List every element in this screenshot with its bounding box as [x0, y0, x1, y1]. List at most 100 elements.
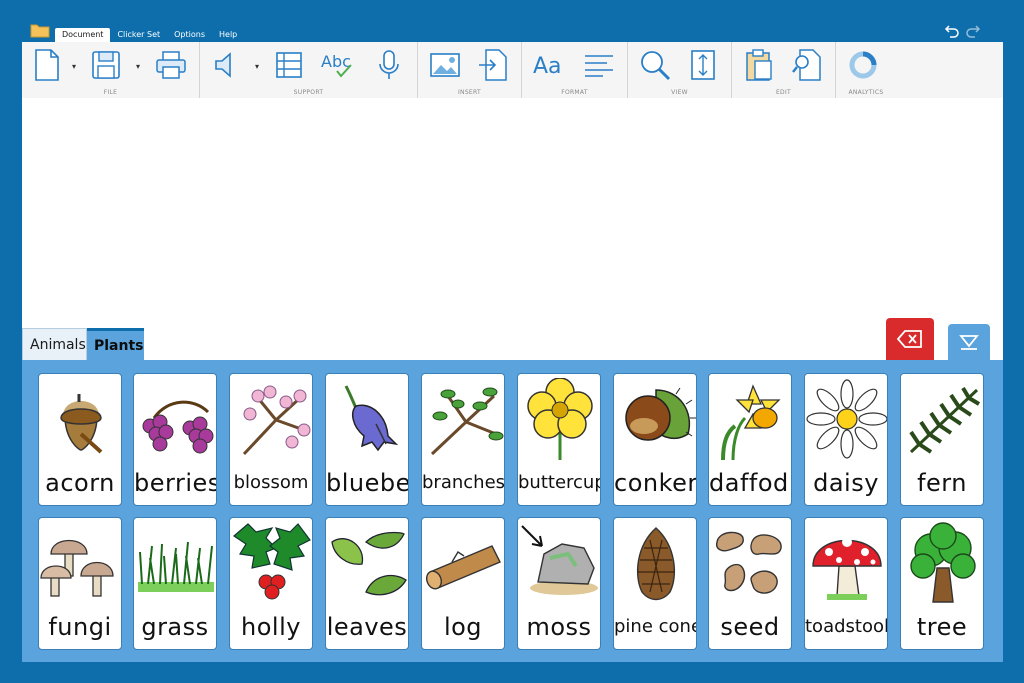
donut-chart-icon — [849, 51, 877, 79]
undo-icon[interactable] — [944, 24, 960, 38]
cell-holly[interactable]: holly — [229, 517, 313, 650]
fungi-icon — [40, 540, 114, 597]
ribbon-label-view: VIEW — [671, 89, 688, 96]
berries-icon — [142, 400, 214, 454]
svg-text:Aa: Aa — [533, 54, 562, 79]
cell-label: bluebell — [326, 469, 409, 497]
numbered-list-icon — [276, 52, 302, 78]
insert-picture-button[interactable] — [428, 48, 462, 82]
cell-label: moss — [526, 613, 592, 641]
find-button[interactable] — [790, 48, 824, 82]
font-icon: Aa — [533, 54, 562, 79]
cell-seed[interactable]: seed — [708, 517, 792, 650]
cell-toadstool[interactable]: toadstool — [804, 517, 888, 650]
delete-button[interactable] — [886, 318, 934, 360]
holly-icon — [233, 523, 311, 600]
cell-fern[interactable]: fern — [900, 373, 984, 506]
menu-help[interactable]: Help — [212, 28, 244, 42]
cell-berries[interactable]: berries — [133, 373, 217, 506]
cell-branches[interactable]: branches — [421, 373, 505, 506]
printer-icon — [156, 51, 186, 79]
new-document-button[interactable] — [30, 48, 64, 82]
cell-log[interactable]: log — [421, 517, 505, 650]
tab-animals[interactable]: Animals — [22, 328, 87, 360]
cell-label: fungi — [48, 613, 112, 641]
cell-blossom[interactable]: blossom — [229, 373, 313, 506]
speaker-icon — [215, 52, 231, 78]
cell-label: daisy — [813, 469, 879, 497]
tab-plants[interactable]: Plants — [87, 328, 144, 360]
cell-label: daffodil — [709, 469, 791, 497]
cell-label: grass — [141, 613, 209, 641]
backspace-icon — [897, 330, 922, 348]
speech-dropdown-icon[interactable]: ▾ — [255, 62, 259, 71]
cell-daisy[interactable]: daisy — [804, 373, 888, 506]
dictation-button[interactable] — [372, 48, 406, 82]
redo-icon[interactable] — [965, 24, 981, 38]
menu-bar: Document Clicker Set Options Help — [55, 28, 244, 42]
cell-label: tree — [916, 613, 968, 641]
cell-daffodil[interactable]: daffodil — [708, 373, 792, 506]
branches-icon — [430, 387, 504, 456]
align-lines-icon — [585, 55, 613, 77]
document-area[interactable] — [22, 98, 1003, 360]
speech-button[interactable] — [210, 48, 244, 82]
folder-icon[interactable] — [30, 22, 50, 38]
ribbon-toolbar: ▾ ▾ FILE ▾ Abc SUPPORT INSERT Aa FORMAT … — [22, 42, 1003, 99]
paste-button[interactable] — [742, 48, 776, 82]
fern-icon — [909, 386, 981, 454]
ribbon-group-format: Aa FORMAT — [522, 42, 628, 98]
page-size-button[interactable] — [686, 48, 720, 82]
conker-icon — [625, 387, 696, 441]
ribbon-label-analytics: ANALYTICS — [848, 89, 884, 96]
ribbon-group-view: VIEW — [628, 42, 732, 98]
cell-label: buttercup — [518, 472, 601, 493]
cell-fungi[interactable]: fungi — [38, 517, 122, 650]
menu-document[interactable]: Document — [55, 28, 111, 42]
collapse-grid-button[interactable] — [948, 324, 990, 360]
ribbon-label-insert: INSERT — [457, 89, 482, 96]
cell-label: acorn — [45, 469, 115, 497]
clipboard-icon — [746, 49, 772, 81]
cell-tree[interactable]: tree — [900, 517, 984, 650]
log-icon — [425, 545, 501, 590]
new-dropdown-icon[interactable]: ▾ — [72, 62, 76, 71]
cell-leaves[interactable]: leaves — [325, 517, 409, 650]
zoom-button[interactable] — [638, 48, 672, 82]
blossom-icon — [242, 385, 311, 456]
collapse-down-icon — [959, 335, 979, 350]
cell-moss[interactable]: moss — [517, 517, 601, 650]
spellcheck-button[interactable]: Abc — [320, 48, 354, 82]
insert-document-icon — [479, 49, 507, 81]
menu-options[interactable]: Options — [167, 28, 212, 42]
cell-label: blossom — [233, 472, 309, 493]
ribbon-group-file: ▾ ▾ FILE — [22, 42, 200, 98]
cell-pine-cone[interactable]: pine cone — [613, 517, 697, 650]
ribbon-label-edit: EDIT — [775, 89, 792, 96]
save-icon — [92, 51, 120, 79]
cell-label: log — [443, 613, 483, 641]
cell-bluebell[interactable]: bluebell — [325, 373, 409, 506]
svg-text:Abc: Abc — [321, 52, 351, 71]
cell-grass[interactable]: grass — [133, 517, 217, 650]
paragraph-button[interactable] — [582, 48, 616, 82]
save-button[interactable] — [90, 48, 124, 82]
cell-acorn[interactable]: acorn — [38, 373, 122, 506]
clicker-grid: acorn berries blossom bluebe branches bu… — [22, 360, 1003, 662]
cell-conker[interactable]: conker — [613, 373, 697, 506]
cell-label: holly — [241, 613, 301, 641]
print-button[interactable] — [154, 48, 188, 82]
cell-label: seed — [720, 613, 780, 641]
cell-buttercup[interactable]: buttercup — [517, 373, 601, 506]
buttercup-icon — [527, 378, 593, 460]
insert-file-button[interactable] — [476, 48, 510, 82]
analytics-button[interactable] — [846, 48, 880, 82]
save-dropdown-icon[interactable]: ▾ — [136, 62, 140, 71]
word-list-button[interactable] — [272, 48, 306, 82]
font-button[interactable]: Aa — [532, 48, 566, 82]
menu-clicker-set[interactable]: Clicker Set — [110, 28, 167, 42]
acorn-icon — [60, 394, 103, 454]
picture-icon — [430, 53, 460, 77]
cell-label: branches — [422, 472, 505, 493]
spellcheck-icon: Abc — [321, 52, 352, 78]
